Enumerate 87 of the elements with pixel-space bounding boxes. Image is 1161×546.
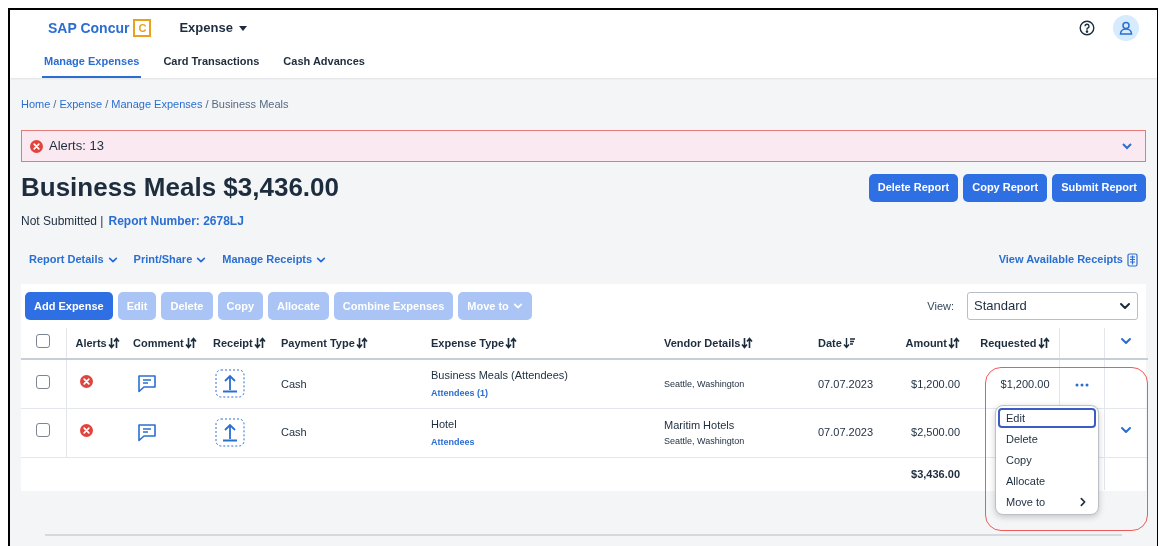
breadcrumb-link[interactable]: Manage Expenses xyxy=(111,95,203,113)
vendor-location: Seattle, Washington xyxy=(664,435,746,448)
menu-item[interactable]: Copy xyxy=(998,450,1096,470)
checkbox[interactable] xyxy=(36,333,51,348)
sort-icon xyxy=(355,337,368,349)
chevron-right-icon xyxy=(1078,497,1088,507)
upload-receipt-icon[interactable] xyxy=(215,369,245,399)
sort-icon xyxy=(1037,337,1050,349)
alert-text: Alerts: 13 xyxy=(49,137,104,156)
comment-icon[interactable] xyxy=(137,374,157,394)
column-header[interactable]: Amount xyxy=(879,328,969,359)
column-header[interactable]: Comment xyxy=(124,328,204,359)
column-header[interactable]: Requested xyxy=(969,328,1059,359)
report-menu-link[interactable]: Report Details xyxy=(29,251,118,268)
more-options-icon[interactable] xyxy=(1074,382,1089,387)
column-header[interactable]: Payment Type xyxy=(272,328,422,359)
comment-icon[interactable] xyxy=(137,423,157,442)
menu-item[interactable]: Move to xyxy=(998,492,1096,512)
column-header[interactable]: Vendor Details xyxy=(655,328,809,359)
sort-icon xyxy=(253,337,266,349)
report-status: Not Submitted | xyxy=(21,213,104,230)
chevron-down-icon xyxy=(512,301,523,311)
chevron-down-icon[interactable] xyxy=(1121,140,1133,152)
error-icon xyxy=(30,139,43,153)
report-menu-link[interactable]: Manage Receipts xyxy=(222,251,327,268)
toolbar-button[interactable]: Add Expense xyxy=(25,292,113,320)
nav-tab[interactable]: Manage Expenses xyxy=(42,46,142,78)
attendees-link[interactable]: Attendees (1) xyxy=(431,386,488,401)
upload-receipt-icon[interactable] xyxy=(215,418,245,447)
menu-item[interactable]: Delete xyxy=(998,429,1096,449)
report-number-link[interactable]: Report Number: 2678LJ xyxy=(108,212,244,230)
alert-banner[interactable]: Alerts: 13 xyxy=(21,130,1146,162)
breadcrumb-link[interactable]: Home xyxy=(21,95,51,113)
payment-type: Cash xyxy=(281,377,307,390)
chevron-down-icon xyxy=(316,254,327,265)
report-menu-link[interactable]: Print/Share xyxy=(133,251,207,268)
expense-type: Business Meals (Attendees) xyxy=(431,368,569,384)
requested-amount: $1,200.00 xyxy=(1000,377,1050,390)
brand-name: SAP Concur xyxy=(48,18,130,38)
brand-logo: C xyxy=(133,19,152,37)
sort-descending-icon xyxy=(842,337,855,349)
receipt-icon xyxy=(1127,252,1138,267)
module-menu[interactable]: Expense xyxy=(179,18,247,38)
checkbox[interactable] xyxy=(36,423,51,438)
total-amount: $3,436.00 xyxy=(911,467,960,480)
sort-icon xyxy=(184,337,197,349)
column-header[interactable]: Receipt xyxy=(204,328,272,359)
breadcrumb-separator: / xyxy=(205,96,209,112)
breadcrumb-link[interactable]: Expense xyxy=(59,95,103,113)
view-receipts-link[interactable]: View Available Receipts xyxy=(998,251,1123,268)
view-label: View: xyxy=(927,298,954,314)
view-select[interactable]: Standard xyxy=(967,292,1138,320)
chevron-down-icon xyxy=(107,254,118,265)
nav-tab[interactable]: Card Transactions xyxy=(161,46,262,78)
breadcrumb-current: Business Meals xyxy=(211,96,289,112)
expense-date: 07.07.2023 xyxy=(818,377,874,390)
payment-type: Cash xyxy=(281,426,307,439)
report-title: Business Meals $3,436.00 xyxy=(21,171,339,204)
sort-icon xyxy=(107,337,120,349)
chevron-down-icon xyxy=(1119,300,1131,312)
expense-date: 07.07.2023 xyxy=(818,426,874,439)
chevron-down-icon xyxy=(196,254,207,265)
caret-down-icon xyxy=(238,25,247,31)
expense-amount: $1,200.00 xyxy=(911,377,960,390)
help-icon[interactable] xyxy=(1079,20,1095,36)
menu-item[interactable]: Allocate xyxy=(998,471,1096,491)
expense-amount: $2,500.00 xyxy=(911,426,960,439)
breadcrumb-separator: / xyxy=(105,96,109,112)
nav-tab[interactable]: Cash Advances xyxy=(281,46,367,78)
report-action-button[interactable]: Copy Report xyxy=(963,173,1048,202)
breadcrumb-separator: / xyxy=(53,96,57,112)
attendees-link[interactable]: Attendees xyxy=(431,435,475,449)
user-avatar[interactable] xyxy=(1113,15,1139,41)
menu-item[interactable]: Edit xyxy=(998,408,1096,428)
column-header[interactable]: Expense Type xyxy=(422,328,655,359)
report-action-button[interactable]: Delete Report xyxy=(868,173,959,202)
vendor-name: Maritim Hotels xyxy=(664,417,736,433)
sort-icon xyxy=(505,337,518,349)
expense-type: Hotel xyxy=(431,417,458,432)
column-header[interactable]: Alerts xyxy=(66,328,124,359)
sort-icon xyxy=(741,337,754,349)
report-action-button[interactable]: Submit Report xyxy=(1052,173,1146,202)
column-header[interactable]: Date xyxy=(809,328,879,359)
vendor-location: Seattle, Washington xyxy=(664,378,746,391)
user-icon xyxy=(1119,21,1133,35)
checkbox[interactable] xyxy=(36,374,51,389)
sort-icon xyxy=(948,337,960,349)
